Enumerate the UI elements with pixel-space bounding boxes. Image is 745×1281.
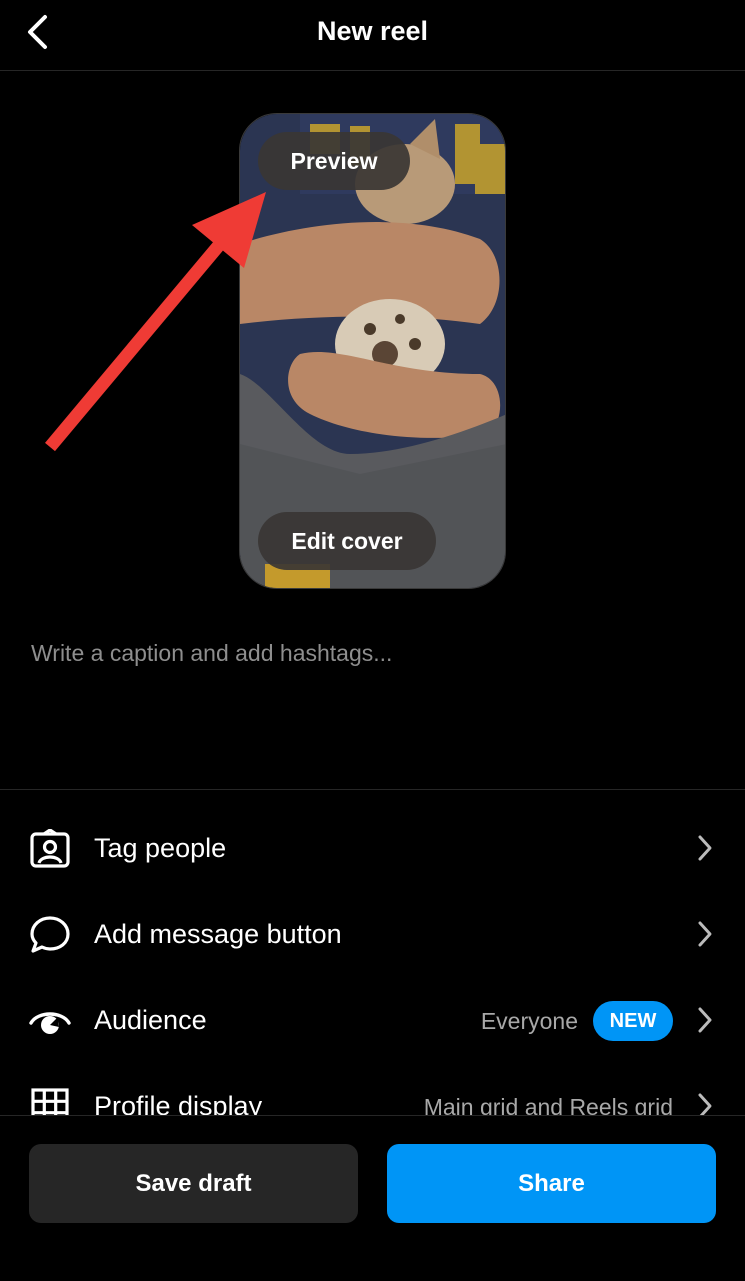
share-button[interactable]: Share bbox=[387, 1144, 716, 1223]
audience-eye-icon bbox=[28, 999, 72, 1043]
audience-row[interactable]: Audience Everyone NEW bbox=[0, 977, 745, 1063]
tag-people-label: Tag people bbox=[94, 833, 227, 863]
page-title: New reel bbox=[316, 16, 429, 46]
tag-people-icon bbox=[28, 827, 72, 871]
audience-value: Everyone bbox=[480, 1008, 578, 1034]
message-bubble-icon bbox=[28, 913, 72, 957]
tag-people-row[interactable]: Tag people bbox=[0, 805, 745, 891]
bottom-action-bar: Save draft Share bbox=[0, 1115, 745, 1281]
new-badge: NEW bbox=[593, 1001, 673, 1041]
chevron-right-icon bbox=[698, 835, 712, 861]
preview-button[interactable]: Preview bbox=[258, 132, 410, 190]
chevron-right-icon bbox=[698, 921, 712, 947]
chevron-right-icon bbox=[698, 1007, 712, 1033]
caption-input[interactable]: Write a caption and add hashtags... bbox=[31, 640, 392, 667]
add-message-button-label: Add message button bbox=[94, 919, 342, 949]
add-message-button-row[interactable]: Add message button bbox=[0, 891, 745, 977]
audience-label: Audience bbox=[94, 1005, 207, 1035]
edit-cover-button[interactable]: Edit cover bbox=[258, 512, 436, 570]
reel-cover-thumbnail[interactable]: Preview Edit cover bbox=[239, 113, 506, 589]
save-draft-button[interactable]: Save draft bbox=[29, 1144, 358, 1223]
divider bbox=[0, 789, 745, 790]
header: New reel bbox=[0, 0, 745, 71]
